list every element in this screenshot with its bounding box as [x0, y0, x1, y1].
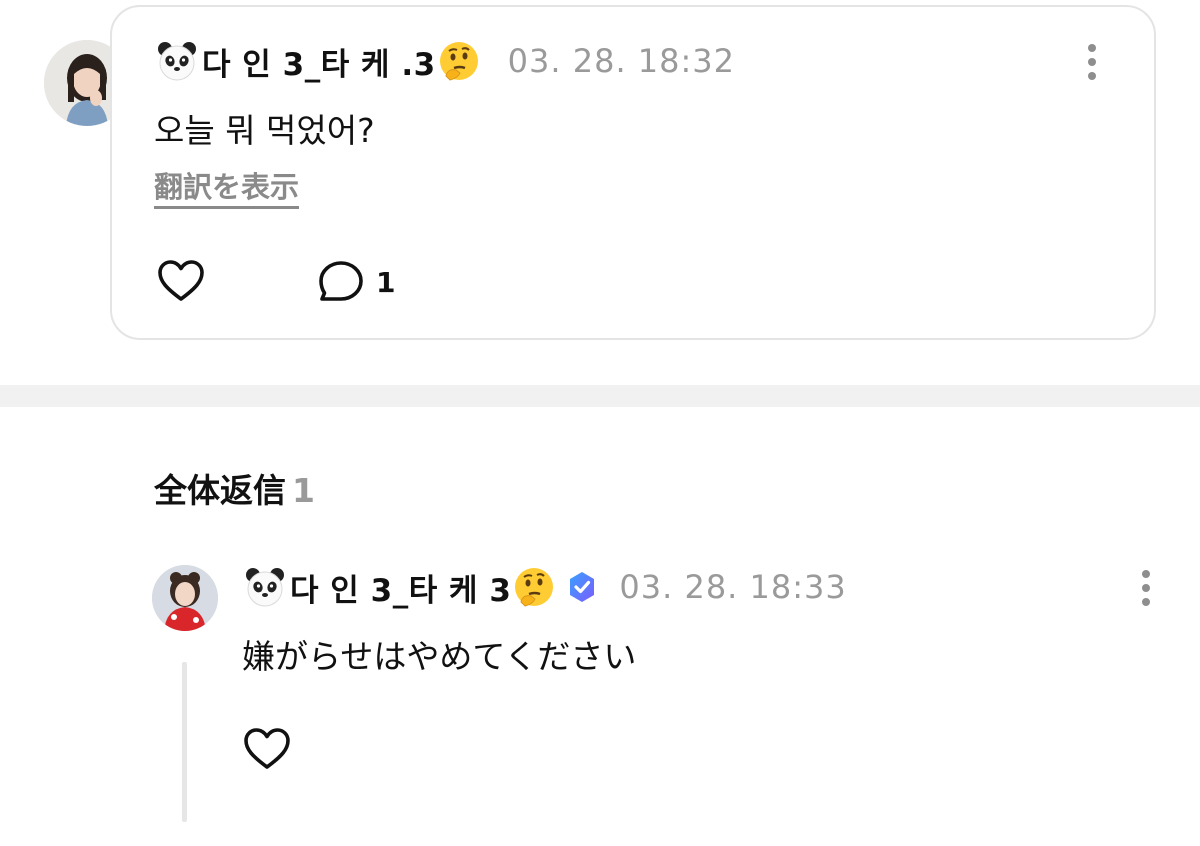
panda-emoji-icon — [244, 566, 286, 608]
post-more-button[interactable] — [1080, 42, 1104, 82]
replies-section-title: 全体返信 1 — [154, 464, 315, 512]
reply-author-avatar[interactable] — [152, 565, 218, 631]
panda-emoji-icon — [156, 40, 198, 82]
reply-author-row: 다 인 3_타 케 3 03. 28. 18:33 — [244, 563, 847, 611]
post-comment-button[interactable]: 1 — [318, 260, 395, 304]
reply-timestamp: 03. 28. 18:33 — [619, 568, 847, 606]
more-vertical-icon — [1142, 570, 1150, 578]
thinking-face-emoji-icon — [438, 40, 480, 82]
more-vertical-icon — [1088, 44, 1096, 52]
post-timestamp: 03. 28. 18:32 — [507, 42, 736, 80]
reply-more-button[interactable] — [1134, 568, 1158, 608]
reply-like-button[interactable] — [242, 726, 292, 772]
heart-icon — [244, 728, 290, 769]
post-username[interactable]: 다 인 3_타 케 .3 — [202, 39, 436, 84]
heart-icon — [158, 260, 204, 301]
thinking-face-emoji-icon — [513, 566, 555, 608]
post-like-button[interactable] — [156, 258, 206, 304]
section-divider — [0, 385, 1200, 407]
verified-badge-icon — [565, 570, 599, 604]
reply-thread-line — [182, 662, 187, 822]
comment-bubble-icon — [319, 261, 363, 301]
replies-count: 1 — [292, 471, 315, 510]
post-body-text: 오늘 뭐 먹었어? — [154, 111, 375, 150]
post-comment-count: 1 — [376, 265, 396, 299]
translate-link[interactable]: 翻訳を表示 — [154, 171, 300, 209]
post-author-row: 다 인 3_타 케 .3 03. 28. 18:32 — [156, 37, 735, 85]
reply-body-text: 嫌がらせはやめてください — [242, 637, 637, 676]
replies-title-label: 全体返信 — [154, 471, 286, 510]
reply-username[interactable]: 다 인 3_타 케 3 — [290, 565, 511, 610]
